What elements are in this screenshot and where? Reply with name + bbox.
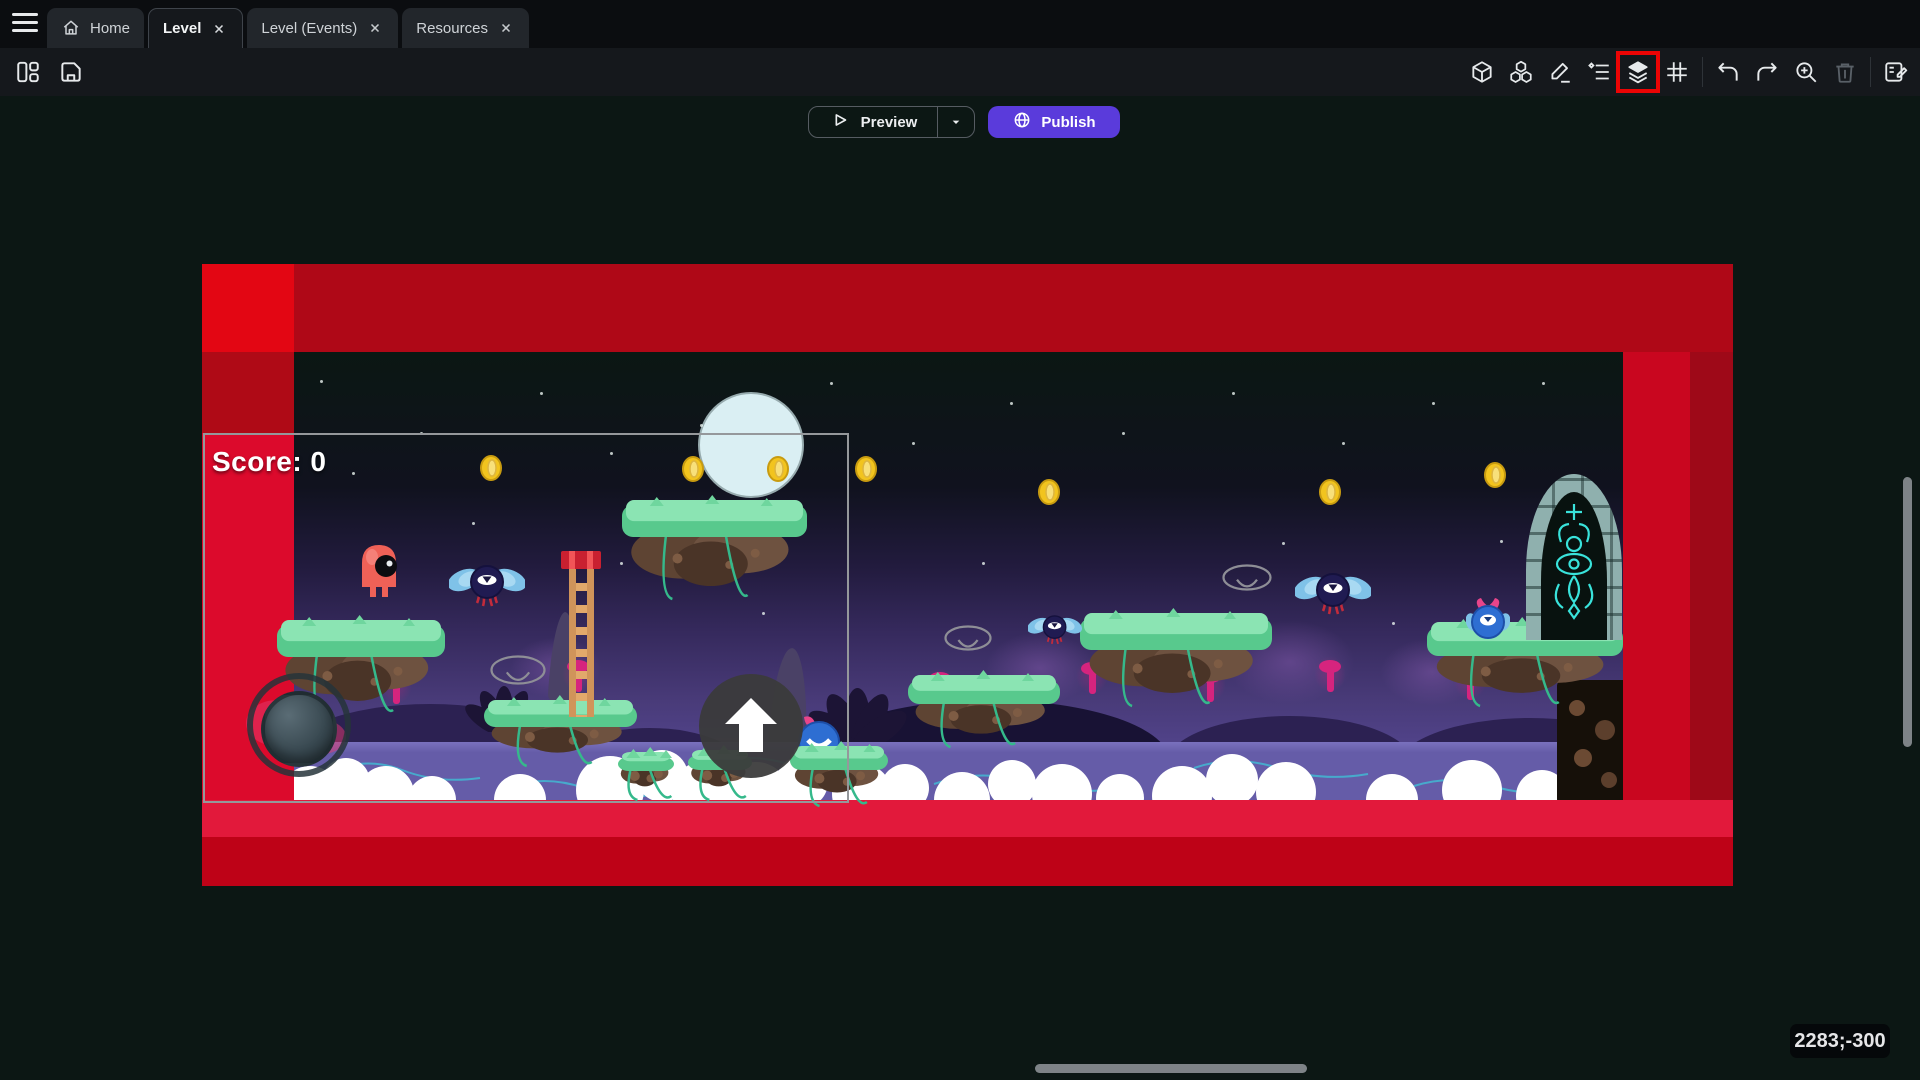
star [1392,622,1395,625]
highlight-box [1616,51,1660,93]
star [1500,540,1503,543]
undo-icon[interactable] [1714,58,1742,86]
object-cube-icon[interactable] [1468,58,1496,86]
close-icon[interactable] [366,19,384,37]
hamburger-menu-icon[interactable] [12,13,38,35]
level-boundary-wall[interactable] [202,800,1733,837]
globe-icon [1012,110,1032,134]
publish-label: Publish [1041,114,1095,131]
tab-bar: Home Level Level (Events) Resources [0,0,1920,48]
save-icon[interactable] [57,58,85,86]
tab-level-events[interactable]: Level (Events) [247,8,398,48]
level-scene: Score: 0 [0,0,1920,1080]
tab-home[interactable]: Home [47,8,144,48]
grid-icon[interactable] [1663,58,1691,86]
instances-list-icon[interactable] [1585,58,1613,86]
star [1432,402,1435,405]
coin[interactable] [1483,462,1507,488]
separator [1702,57,1703,87]
score-text: Score: 0 [212,446,327,478]
preview-button[interactable]: Preview [808,106,975,138]
preview-dropdown-button[interactable] [938,114,974,130]
star [1010,402,1013,405]
star [1122,432,1125,435]
tab-label: Home [90,20,130,37]
star [540,392,543,395]
platform[interactable] [908,675,1060,751]
tab-label: Level (Events) [261,20,357,37]
zoom-in-icon[interactable] [1792,58,1820,86]
star [700,424,703,427]
coin[interactable] [1037,479,1061,505]
tab-label: Resources [416,20,488,37]
vertical-scrollbar[interactable] [1903,477,1912,747]
level-boundary-wall[interactable] [202,352,294,433]
eye-decoration [944,625,992,651]
tab-strip: Home Level Level (Events) Resources [47,8,533,48]
jump-button[interactable] [699,674,803,778]
star [1542,382,1545,385]
star [982,562,985,565]
eye-decoration [1222,564,1272,591]
play-icon [829,109,851,135]
trash-icon [1831,58,1859,86]
project-panels-icon[interactable] [14,58,42,86]
tab-level[interactable]: Level [148,8,243,48]
bat-enemy[interactable] [1028,611,1081,647]
level-boundary-wall[interactable] [202,837,1733,886]
cloud-puff [1206,754,1258,806]
star [1282,542,1285,545]
star [830,382,833,385]
redo-icon[interactable] [1753,58,1781,86]
mushroom-cap [1319,660,1341,673]
level-boundary-wall[interactable] [202,264,1733,352]
publish-button[interactable]: Publish [988,106,1120,138]
home-icon [61,18,81,38]
pencil-icon[interactable] [1546,58,1574,86]
horned-enemy[interactable] [1466,598,1510,640]
joystick-knob[interactable] [261,691,337,767]
star [912,442,915,445]
bat-enemy[interactable] [1295,567,1371,619]
close-icon[interactable] [497,19,515,37]
edit-scene-icon[interactable] [1882,58,1910,86]
horizontal-scrollbar[interactable] [1035,1064,1307,1073]
tab-resources[interactable]: Resources [402,8,529,48]
star [1342,442,1345,445]
toolbar: Preview Publish [0,48,1920,96]
level-boundary-wall[interactable] [202,264,294,352]
close-icon[interactable] [210,20,228,38]
star [1232,392,1235,395]
asset-store-icon[interactable] [1507,58,1535,86]
tab-label: Level [163,20,201,37]
level-boundary-wall[interactable] [1690,352,1733,800]
coin[interactable] [1318,479,1342,505]
platform[interactable] [1080,613,1272,710]
portal-inner [1541,492,1607,640]
preview-label: Preview [861,114,918,131]
separator [1870,57,1871,87]
coin[interactable] [854,456,878,482]
cursor-coordinates: 2283;-300 [1790,1024,1890,1058]
star [320,380,323,383]
